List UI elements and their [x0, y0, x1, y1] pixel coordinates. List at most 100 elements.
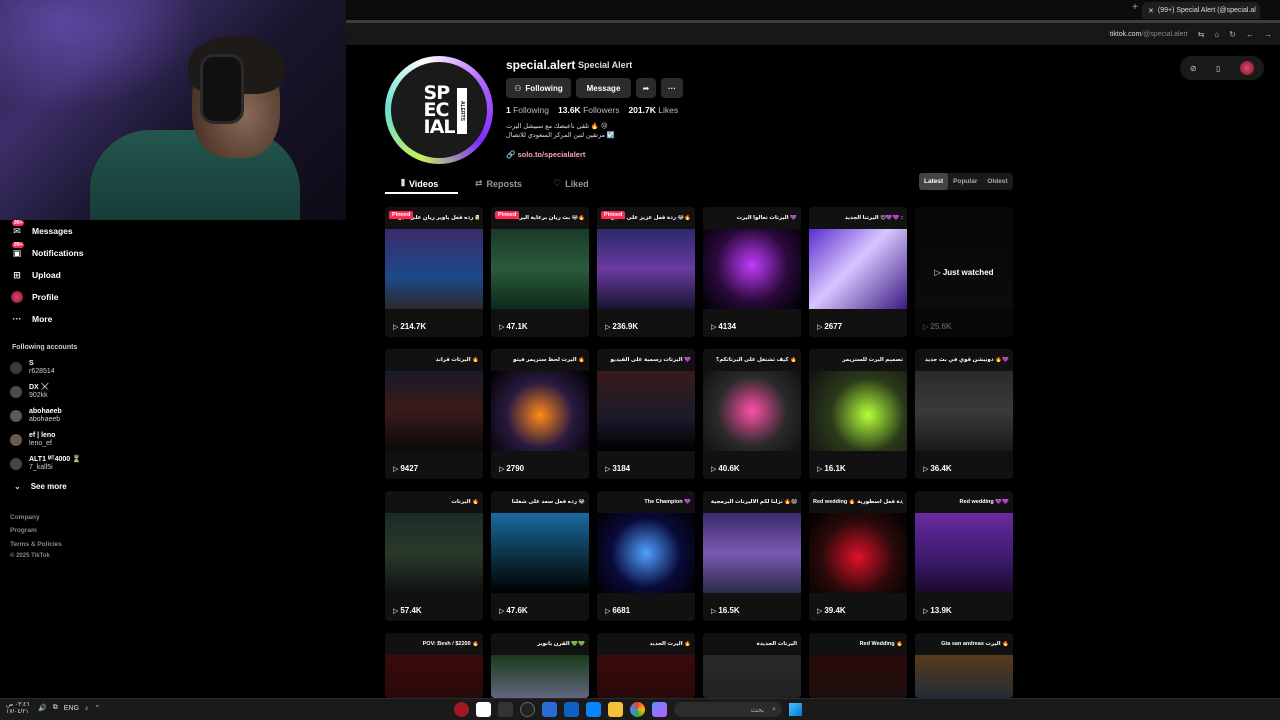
- following-account[interactable]: DX ⚔️ 902kk: [10, 384, 49, 400]
- video-card[interactable]: اليرتات تعالوا اليرت 💜 4134: [703, 207, 801, 337]
- taskbar: ٠٣:٤٦ ص ١٧/٠٤/٢١ 🔊 ⧉ ENG ♪ ⌃ بحث ⌕: [0, 698, 1280, 720]
- compass-icon[interactable]: ⊘: [1190, 64, 1197, 73]
- video-card[interactable]: رده فعل ياوير ريان على اليرتات 🤯🔥Pinned2…: [385, 207, 483, 337]
- stat-followers-count: 13.6K: [558, 105, 581, 115]
- avatar: [10, 458, 22, 470]
- footer-link-terms[interactable]: Terms & Policies: [10, 541, 62, 548]
- home-icon[interactable]: ⌂: [1214, 30, 1219, 39]
- device-icon[interactable]: ▯: [1216, 64, 1220, 73]
- video-card[interactable]: The Champion 💜 6681: [597, 491, 695, 621]
- forward-icon[interactable]: →: [1264, 30, 1272, 39]
- stat-likes: 201.7K Likes: [628, 105, 678, 115]
- chevron-up-icon[interactable]: ⌃: [94, 704, 100, 712]
- browser-urlbar[interactable]: tiktok.com/@special.alert ⇆ ⌂ ↻ ← →: [346, 23, 1280, 45]
- video-card[interactable]: ردة فعل عزيز على الأليرتات 😂🔥Pinned236.9…: [597, 207, 695, 337]
- reload-icon[interactable]: ↻: [1229, 30, 1236, 39]
- tune-icon[interactable]: ⇆: [1198, 30, 1205, 39]
- video-view-count: 214.7K: [393, 322, 426, 331]
- video-card[interactable]: اليرت لحظ ستريمر فيتو 🔥 2790: [491, 349, 589, 479]
- see-more-button[interactable]: ⌄ See more: [14, 482, 67, 491]
- taskbar-date: ١٧/٠٤/٢١: [6, 709, 29, 715]
- tab-reposts[interactable]: ⇄ Reposts: [475, 178, 522, 189]
- video-card[interactable]: نزلنا لكم الأليرتات البرمجية 🔥😱 16.5K: [703, 491, 801, 621]
- more-options-button[interactable]: ···: [661, 78, 683, 98]
- sidebar-item-messages[interactable]: ✉ 99+ Messages: [10, 220, 73, 238]
- video-card[interactable]: اليرتات رسمية على الفيديو 💜 3184: [597, 349, 695, 479]
- folder-icon[interactable]: [608, 702, 623, 717]
- sidebar-item-profile[interactable]: Profile: [10, 290, 58, 304]
- volume-icon[interactable]: 🔊: [38, 704, 47, 712]
- network-icon[interactable]: ⧉: [53, 704, 58, 712]
- taskbar-clock[interactable]: ٠٣:٤٦ ص ١٧/٠٤/٢١: [6, 702, 29, 716]
- footer-link-program[interactable]: Program: [10, 527, 37, 534]
- video-card[interactable]: اليرتنا الجديد 😍💜💜 : 2677: [809, 207, 907, 337]
- pinned-badge: Pinned: [495, 211, 520, 219]
- share-button[interactable]: ➦: [636, 78, 656, 98]
- browser-tab-active[interactable]: ✕ (99+) Special Alert (@special.al: [1142, 2, 1260, 19]
- sort-latest[interactable]: Latest: [919, 173, 949, 190]
- terminal-icon[interactable]: [498, 702, 513, 717]
- stat-following[interactable]: 1 Following: [506, 105, 549, 115]
- app-icon[interactable]: [542, 702, 557, 717]
- language-indicator[interactable]: ENG: [64, 705, 79, 712]
- taskbar-search[interactable]: بحث ⌕: [674, 702, 782, 717]
- following-account[interactable]: Sr628514: [10, 360, 55, 376]
- url-text[interactable]: tiktok.com/@special.alert: [1110, 31, 1188, 38]
- back-icon[interactable]: ←: [1246, 30, 1254, 39]
- profile-link[interactable]: 🔗 solo.to/specialalert: [506, 150, 585, 159]
- avatar: [10, 362, 22, 374]
- video-view-count: 47.1K: [499, 322, 527, 331]
- windows-start-icon[interactable]: [789, 703, 802, 716]
- sort-oldest[interactable]: Oldest: [982, 173, 1012, 190]
- message-button[interactable]: Message: [576, 78, 631, 98]
- tab-liked[interactable]: ♡ Liked: [553, 178, 589, 189]
- following-button[interactable]: ⚇ Following: [506, 78, 571, 98]
- store-icon[interactable]: [586, 702, 601, 717]
- browser-tabbar: + ✕ (99+) Special Alert (@special.al: [346, 0, 1280, 23]
- mic-icon[interactable]: ♪: [85, 705, 89, 712]
- video-card[interactable]: Red wedding 🔥 ردة فعل اسطورية 39.4K: [809, 491, 907, 621]
- video-card[interactable]: اليرتات 🔥 57.4K: [385, 491, 483, 621]
- notifications-badge: 99+: [12, 242, 25, 248]
- video-caption: Red Wedding 🔥: [859, 641, 903, 647]
- pinned-badge: Pinned: [389, 211, 414, 219]
- sidebar-item-more[interactable]: ··· More: [10, 312, 53, 326]
- video-thumbnail: [809, 513, 907, 593]
- sort-popular[interactable]: Popular: [948, 173, 982, 190]
- video-card[interactable]: Red Wedding 🔥: [809, 633, 907, 698]
- video-card[interactable]: دونيشن قوي في بث جديد 🔥💜 36.4K: [915, 349, 1013, 479]
- close-tab-icon[interactable]: ✕: [1148, 7, 1154, 15]
- following-account[interactable]: ef | leno leno_ef: [10, 432, 55, 448]
- footer-link-company[interactable]: Company: [10, 514, 40, 521]
- profile-avatar[interactable]: SP EC IAL ALERTS: [385, 56, 493, 164]
- obs-icon[interactable]: [454, 702, 469, 717]
- app-icon[interactable]: [520, 702, 535, 717]
- chrome-icon[interactable]: [630, 702, 645, 717]
- video-card[interactable]: اليرت الجديد 🔥: [597, 633, 695, 698]
- system-tray: 🔊 ⧉ ENG ♪ ⌃: [38, 704, 100, 712]
- video-card[interactable]: Gta san andreas اليرت 🔥: [915, 633, 1013, 698]
- video-card[interactable]: اليرتات الجديدة: [703, 633, 801, 698]
- stat-likes-label: Likes: [658, 105, 679, 115]
- video-card[interactable]: القرن يانوير 💚💚: [491, 633, 589, 698]
- video-card[interactable]: ▷ Just watched25.6K: [915, 207, 1013, 337]
- outlook-icon[interactable]: [564, 702, 579, 717]
- app-icon[interactable]: [476, 702, 491, 717]
- tab-videos[interactable]: ⦀ Videos: [401, 178, 438, 189]
- new-tab-icon[interactable]: +: [1132, 2, 1138, 13]
- webcam-headphones: [200, 54, 244, 124]
- following-account[interactable]: abohaeeb abohaeeb: [10, 408, 62, 424]
- user-avatar[interactable]: [1240, 61, 1255, 75]
- video-card[interactable]: اليرتات قراند 🔥 9427: [385, 349, 483, 479]
- video-card[interactable]: رده فعل سعد على شغلنا 😂 47.6K: [491, 491, 589, 621]
- following-account[interactable]: ALT1 ᴹᵀ4000 ⏳ 7_kall5i: [10, 456, 81, 472]
- sidebar-item-upload[interactable]: ⊞ Upload: [10, 268, 61, 282]
- video-card[interactable]: POV: Besh / $2200 🔥: [385, 633, 483, 698]
- stat-followers[interactable]: 13.6K Followers: [558, 105, 619, 115]
- copilot-icon[interactable]: [652, 702, 667, 717]
- video-card[interactable]: بث ريان برعاية اليرتاتنا 😂🔥Pinned47.1K: [491, 207, 589, 337]
- video-card[interactable]: Red wedding 💜💜 13.9K: [915, 491, 1013, 621]
- video-card[interactable]: تصميم اليرت للستريمر 16.1K: [809, 349, 907, 479]
- sidebar-item-notifications[interactable]: ▣ 99+ Notifications: [10, 242, 83, 260]
- video-card[interactable]: كيف تشتغل على اليرتاتكم؟ 🔥 40.6K: [703, 349, 801, 479]
